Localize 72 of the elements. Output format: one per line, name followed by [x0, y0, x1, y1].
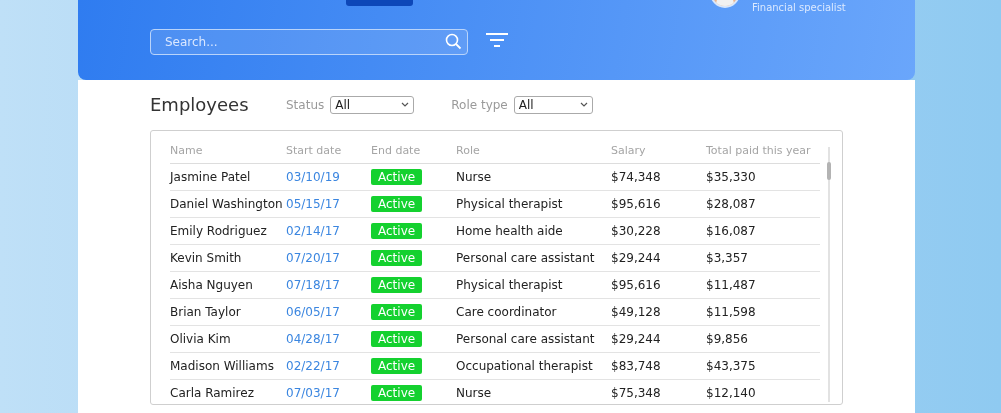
- total-paid-text: $9,856: [706, 332, 748, 347]
- status-badge: Active: [371, 358, 423, 375]
- filter-dropdown[interactable]: All: [330, 95, 415, 114]
- status-badge: Active: [371, 304, 423, 321]
- employee-name: Brian Taylor: [170, 305, 241, 320]
- role-text: Nurse: [456, 386, 492, 401]
- role-text: Personal care assistant: [456, 251, 595, 266]
- employee-name: Kevin Smith: [170, 251, 242, 266]
- status-badge: Active: [371, 385, 423, 402]
- salary-text: $30,228: [611, 224, 661, 239]
- role-text: Physical therapist: [456, 278, 563, 293]
- start-date-link[interactable]: 02/22/17: [286, 359, 340, 374]
- employee-name: Madison Williams: [170, 359, 274, 374]
- start-date-link[interactable]: 02/14/17: [286, 224, 340, 239]
- column-header: Role: [456, 138, 611, 164]
- column-header: Name: [170, 138, 286, 164]
- total-paid-text: $11,598: [706, 305, 756, 320]
- start-date-link[interactable]: 03/10/19: [286, 170, 340, 185]
- column-header: Start date: [286, 138, 371, 164]
- employee-name: Daniel Washington: [170, 197, 283, 212]
- role-text: Personal care assistant: [456, 332, 595, 347]
- total-paid-text: $43,375: [706, 359, 756, 374]
- user-role: Financial specialist: [752, 1, 846, 15]
- status-badge: Active: [371, 277, 423, 294]
- search-field[interactable]: Search...: [150, 29, 468, 55]
- role-text: Home health aide: [456, 224, 563, 239]
- role-text: Nurse: [456, 170, 492, 185]
- total-paid-text: $11,487: [706, 278, 756, 293]
- start-date-link[interactable]: 04/28/17: [286, 332, 340, 347]
- salary-text: $95,616: [611, 197, 661, 212]
- caret-icon: [579, 102, 588, 108]
- start-date-link[interactable]: 06/05/17: [286, 305, 340, 320]
- total-paid-text: $12,140: [706, 386, 756, 401]
- section-title: Employees: [150, 94, 250, 116]
- employee-name: Carla Ramirez: [170, 386, 254, 401]
- role-text: Care coordinator: [456, 305, 557, 320]
- status-badge: Active: [371, 331, 423, 348]
- salary-text: $29,244: [611, 332, 661, 347]
- start-date-link[interactable]: 07/18/17: [286, 278, 340, 293]
- salary-text: $83,748: [611, 359, 661, 374]
- status-badge: Active: [371, 223, 423, 240]
- employee-name: Emily Rodriguez: [170, 224, 267, 239]
- column-header: Total paid this year: [706, 138, 820, 164]
- employee-name: Aisha Nguyen: [170, 278, 253, 293]
- search-icon[interactable]: [445, 33, 462, 50]
- caret-icon: [401, 102, 410, 108]
- total-paid-text: $3,357: [706, 251, 748, 266]
- role-text: Physical therapist: [456, 197, 563, 212]
- total-paid-text: $16,087: [706, 224, 756, 239]
- start-date-link[interactable]: 05/15/17: [286, 197, 340, 212]
- filter-icon[interactable]: [486, 32, 508, 48]
- salary-text: $75,348: [611, 386, 661, 401]
- employee-name: Olivia Kim: [170, 332, 231, 347]
- column-header: Salary: [611, 138, 706, 164]
- column-header: End date: [371, 138, 456, 164]
- salary-text: $74,348: [611, 170, 661, 185]
- salary-text: $49,128: [611, 305, 661, 320]
- status-badge: Active: [371, 196, 423, 213]
- start-date-link[interactable]: 07/20/17: [286, 251, 340, 266]
- total-paid-text: $35,330: [706, 170, 756, 185]
- salary-text: $95,616: [611, 278, 661, 293]
- start-date-link[interactable]: 07/03/17: [286, 386, 340, 401]
- status-badge: Active: [371, 250, 423, 267]
- total-paid-text: $28,087: [706, 197, 756, 212]
- filter-dropdown[interactable]: All: [513, 95, 593, 114]
- salary-text: $29,244: [611, 251, 661, 266]
- filter-label: Role type: [451, 96, 508, 114]
- filter-label: Status: [286, 96, 325, 114]
- scrollbar-thumb[interactable]: [827, 161, 831, 180]
- employee-name: Jasmine Patel: [170, 170, 251, 185]
- status-badge: Active: [371, 169, 423, 186]
- role-text: Occupational therapist: [456, 359, 593, 374]
